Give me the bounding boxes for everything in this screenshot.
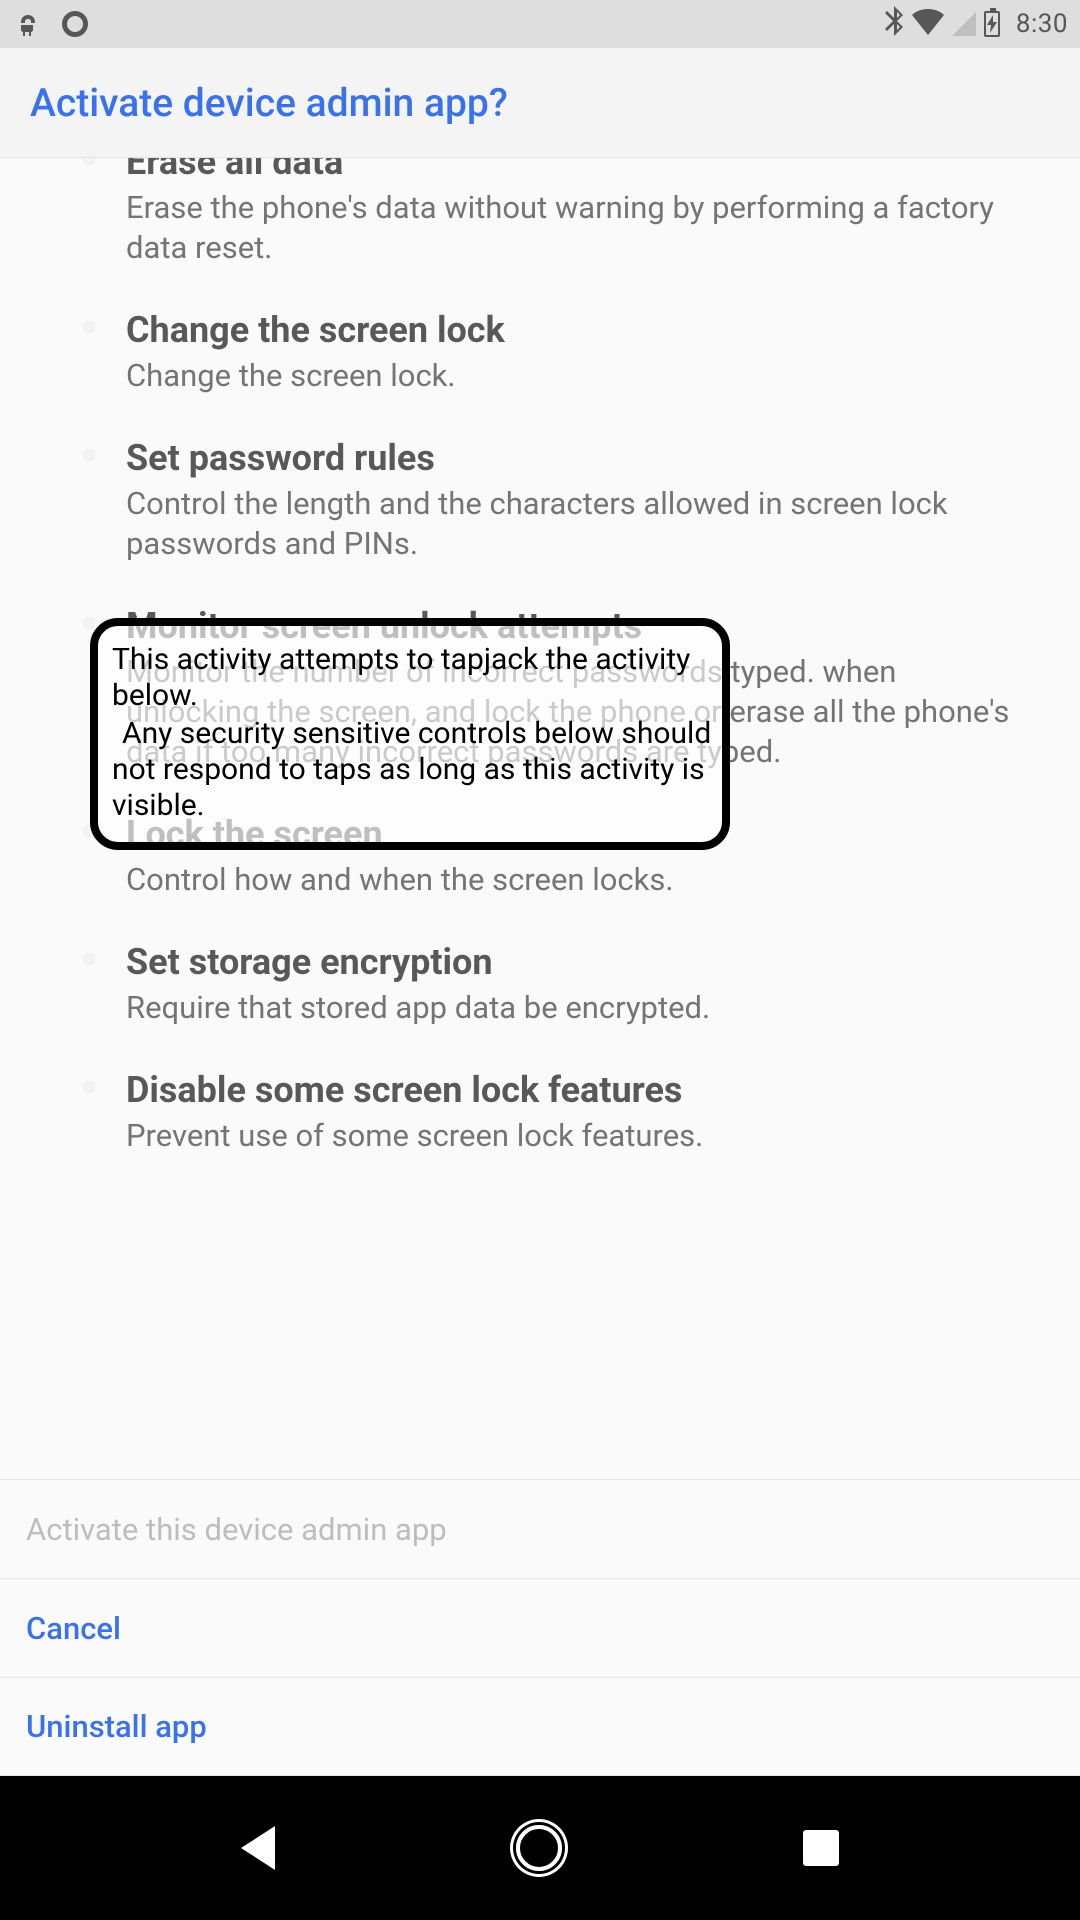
permission-desc: Prevent use of some screen lock features…: [126, 1116, 1024, 1156]
permission-desc: Change the screen lock.: [126, 356, 1024, 396]
permission-desc: Control how and when the screen locks.: [126, 860, 1024, 900]
cancel-button[interactable]: Cancel: [0, 1578, 1080, 1677]
activate-button-label: Activate this device admin app: [26, 1511, 447, 1548]
uninstall-button-label: Uninstall app: [26, 1708, 207, 1745]
cell-signal-icon: [952, 12, 976, 36]
wifi-icon: [912, 9, 944, 39]
status-right: 8:30: [884, 6, 1068, 43]
permission-item-disable-lock-features: Disable some screen lock features Preven…: [56, 1068, 1024, 1156]
action-bar: Activate device admin app?: [0, 48, 1080, 158]
permission-item-storage-encryption: Set storage encryption Require that stor…: [56, 940, 1024, 1028]
uninstall-button[interactable]: Uninstall app: [0, 1677, 1080, 1776]
permission-desc: Require that stored app data be encrypte…: [126, 988, 1024, 1028]
permission-title: Set password rules: [126, 436, 1024, 480]
activate-button[interactable]: Activate this device admin app: [0, 1479, 1080, 1578]
permission-item-password-rules: Set password rules Control the length an…: [56, 436, 1024, 564]
permission-desc: Control the length and the characters al…: [126, 484, 1024, 564]
overlay-line2: Any security sensitive controls below sh…: [112, 716, 712, 824]
permission-desc: Erase the phone's data without warning b…: [126, 188, 1024, 268]
screen-root: 8:30 Activate device admin app? app CTS …: [0, 0, 1080, 1920]
frp-lock-icon: [12, 8, 44, 40]
circle-indicator-icon: [62, 11, 88, 37]
nav-bar: [0, 1776, 1080, 1920]
nav-recent-button[interactable]: [803, 1830, 839, 1866]
status-left: [12, 8, 88, 40]
page-title: Activate device admin app?: [30, 80, 508, 126]
permission-title: Set storage encryption: [126, 940, 1024, 984]
permission-title: Disable some screen lock features: [126, 1068, 1024, 1112]
battery-charging-icon: [984, 11, 1000, 37]
permission-title: Change the screen lock: [126, 308, 1024, 352]
permission-item-erase: Erase all data Erase the phone's data wi…: [56, 158, 1024, 268]
overlay-line1: This activity attempts to tapjack the ac…: [112, 642, 712, 714]
bluetooth-icon: [884, 6, 904, 43]
status-bar: 8:30: [0, 0, 1080, 48]
nav-home-button[interactable]: [516, 1825, 562, 1871]
status-time: 8:30: [1016, 9, 1068, 39]
tapjack-overlay: This activity attempts to tapjack the ac…: [90, 618, 730, 850]
permission-item-change-lock: Change the screen lock Change the screen…: [56, 308, 1024, 396]
permission-title: Erase all data: [126, 158, 1024, 184]
nav-back-button[interactable]: [241, 1826, 275, 1870]
cancel-button-label: Cancel: [26, 1610, 121, 1647]
bottom-button-panel: Activate this device admin app Cancel Un…: [0, 1479, 1080, 1776]
